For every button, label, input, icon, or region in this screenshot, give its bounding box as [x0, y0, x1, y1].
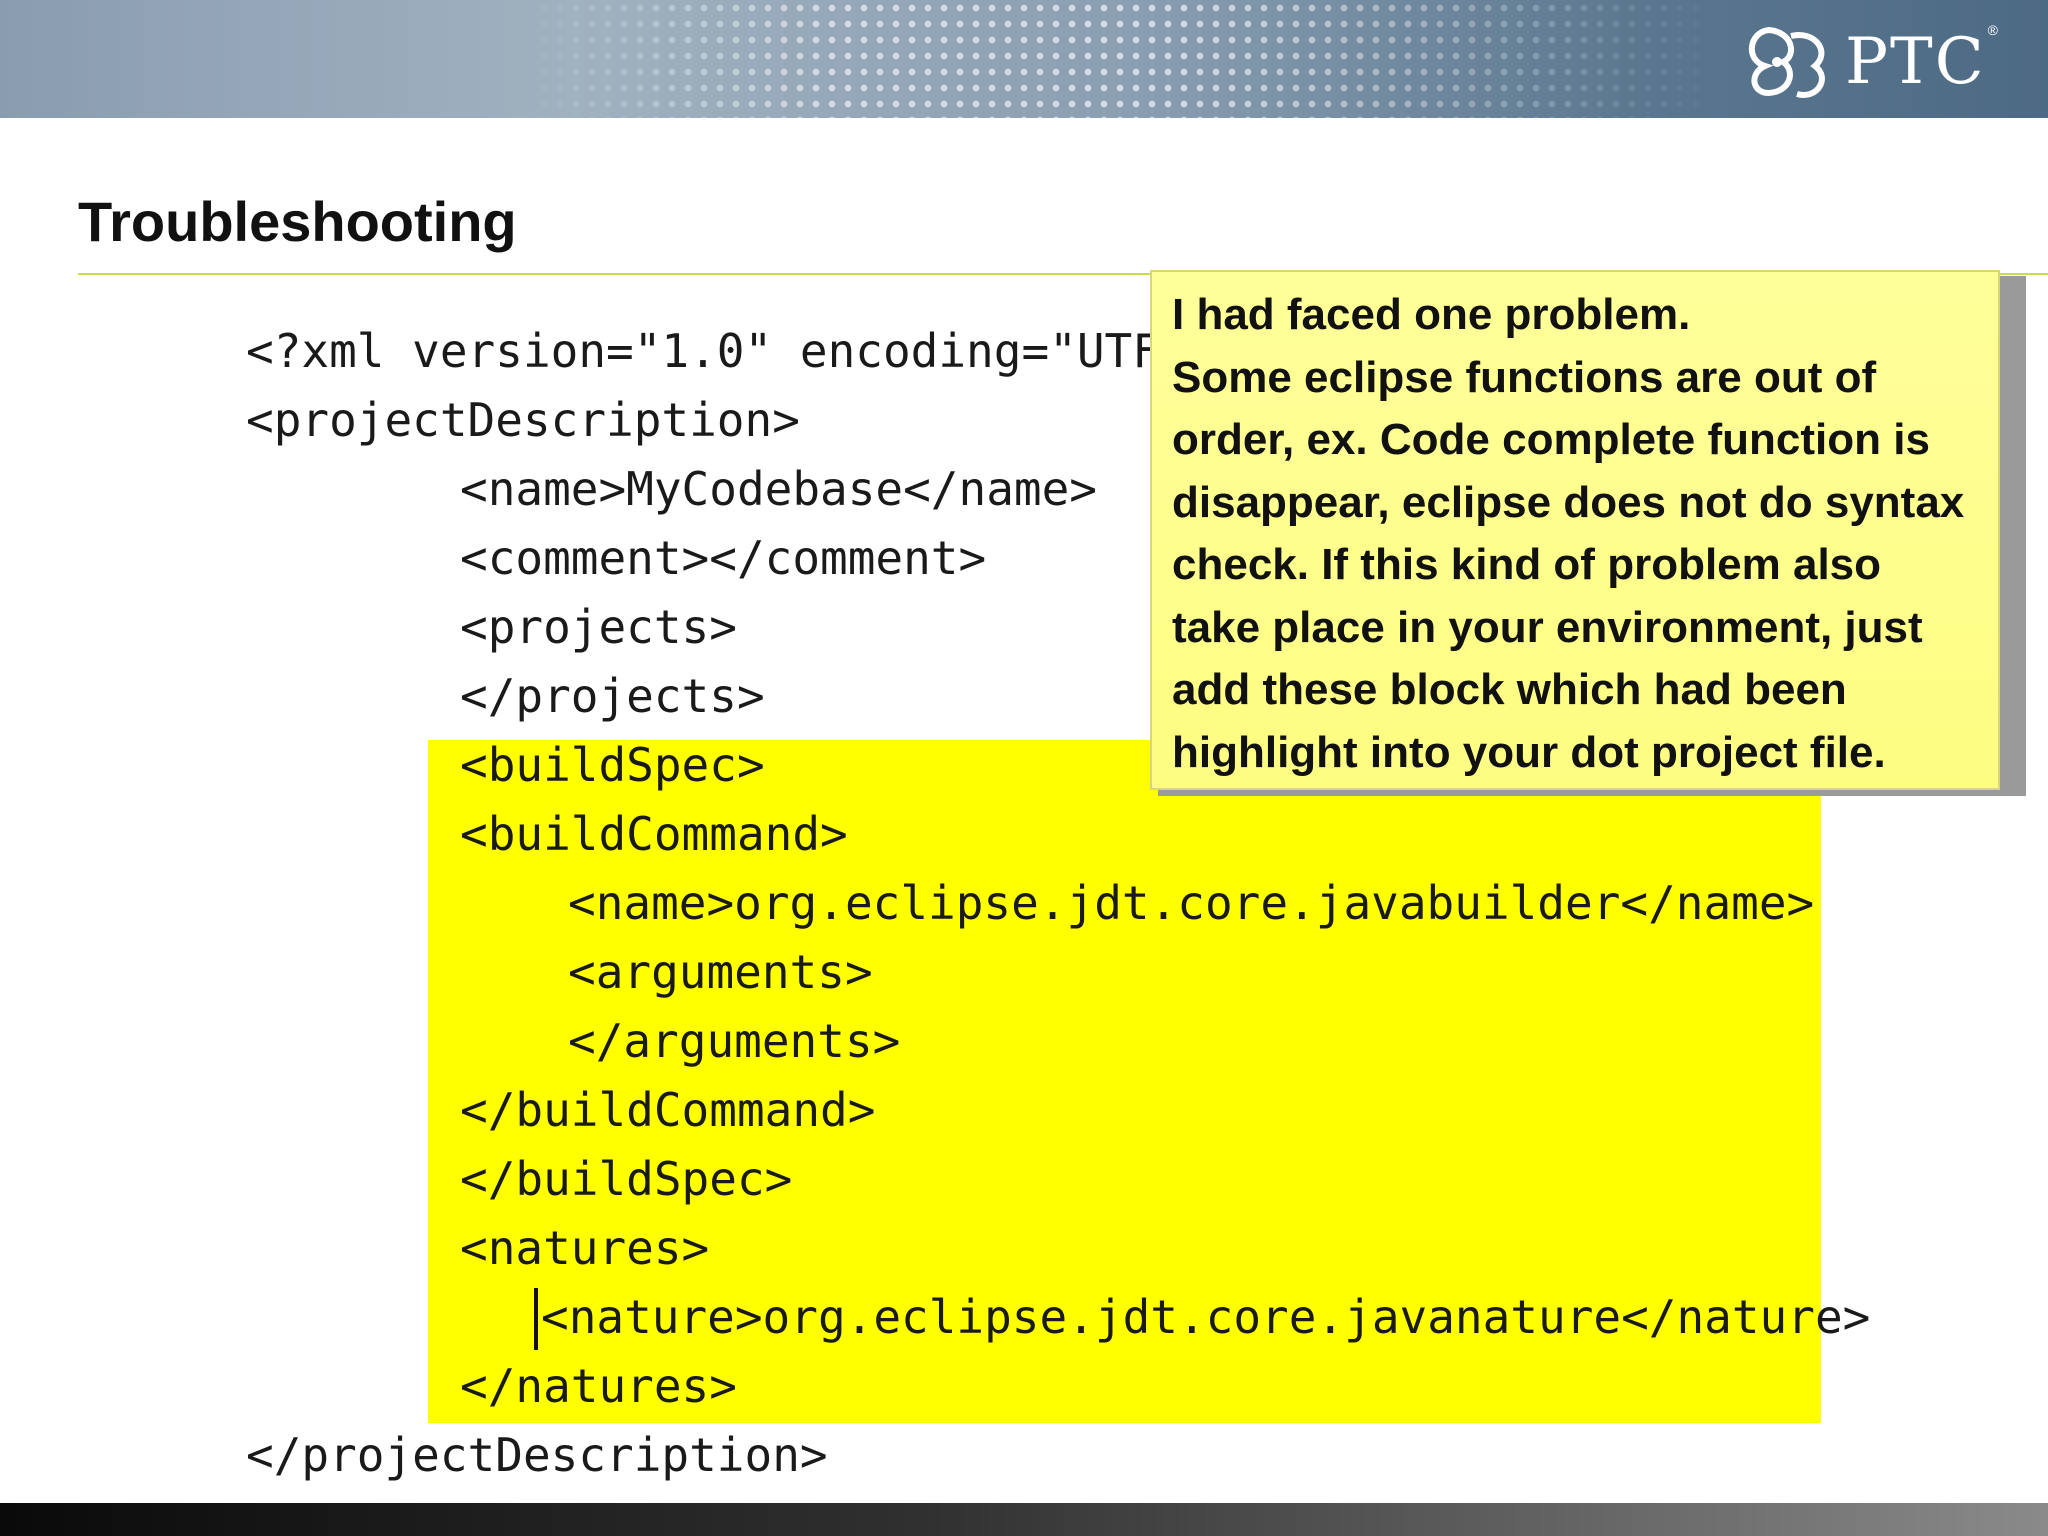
footer-band: [0, 1503, 2048, 1536]
header-band: PTC ®: [0, 0, 2048, 118]
code-line-natures-open: <natures>: [460, 1221, 710, 1275]
code-line-projects-close: </projects>: [460, 669, 765, 723]
slide-title: Troubleshooting: [78, 190, 517, 253]
code-line-projects-open: <projects>: [460, 600, 737, 654]
code-line-name: <name>MyCodebase</name>: [460, 462, 1097, 516]
ptc-logo-text: PTC: [1844, 25, 1986, 99]
code-line-buildspec-open: <buildSpec>: [460, 738, 765, 792]
code-line-buildcommand-open: <buildCommand>: [460, 807, 848, 861]
ptc-swirl-icon: [1748, 26, 1825, 98]
code-line-buildspec-close: </buildSpec>: [460, 1152, 793, 1206]
callout-note: I had faced one problem. Some eclipse fu…: [1150, 270, 2000, 790]
code-line-javabuilder-name: <name>org.eclipse.jdt.core.javabuilder</…: [568, 876, 1815, 930]
ptc-logo: PTC ®: [1739, 22, 1998, 102]
header-dot-pattern: [520, 0, 1720, 118]
code-line-buildcommand-close: </buildCommand>: [460, 1083, 876, 1137]
code-line-comment: <comment></comment>: [460, 531, 987, 585]
code-line-project-description-close: </projectDescription>: [246, 1428, 828, 1482]
code-line-javanature: <nature>org.eclipse.jdt.core.javanature<…: [541, 1290, 1871, 1344]
code-line-arguments-close: </arguments>: [568, 1014, 901, 1068]
code-line-project-description-open: <projectDescription>: [246, 393, 800, 447]
code-line-natures-close: </natures>: [460, 1359, 737, 1413]
code-line-xml-declaration: <?xml version="1.0" encoding="UTF-: [246, 324, 1188, 378]
code-line-arguments-open: <arguments>: [568, 945, 873, 999]
callout-text: I had faced one problem. Some eclipse fu…: [1172, 290, 1965, 777]
registered-mark: ®: [1987, 22, 1998, 38]
text-cursor: [534, 1288, 538, 1350]
